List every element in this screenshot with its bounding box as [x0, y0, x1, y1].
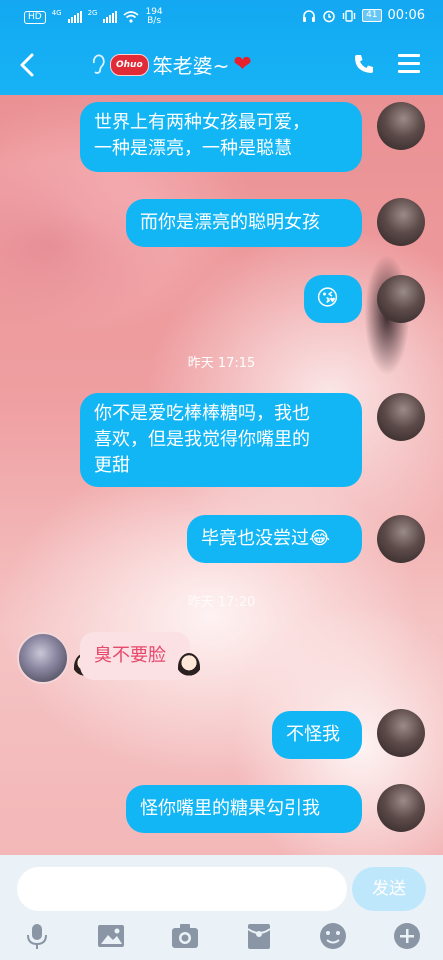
chat-header: Ohuo 笨老婆~ ❤	[0, 34, 443, 95]
speed-unit: B/s	[147, 16, 162, 26]
network-label-2: 2G	[87, 9, 98, 17]
top-bar: HD 4G 2G 194 B/s 41 00:06 Ohuo 笨老婆~ ❤	[0, 0, 443, 95]
my-avatar[interactable]	[377, 709, 425, 757]
send-button[interactable]: 发送	[352, 867, 426, 911]
message-text: 不怪我	[286, 724, 340, 745]
headphones-icon	[303, 9, 316, 22]
vip-badge: Ohuo	[110, 53, 149, 76]
camera-icon[interactable]	[170, 921, 200, 951]
message-bubble-incoming[interactable]: 臭不要脸	[80, 632, 190, 680]
message-bubble[interactable]: 怪你嘴里的糖果勾引我	[126, 785, 362, 833]
message-text: 而你是漂亮的聪明女孩	[140, 212, 320, 233]
chat-title-group[interactable]: Ohuo 笨老婆~ ❤	[90, 50, 252, 79]
my-avatar[interactable]	[377, 198, 425, 246]
message-text-line: 世界上有两种女孩最可爱，	[94, 112, 310, 133]
sticker-decoration-icon	[178, 653, 200, 681]
message-bubble[interactable]: 不怪我	[272, 711, 362, 759]
my-avatar[interactable]	[377, 275, 425, 323]
message-bubble[interactable]: 😘	[304, 275, 362, 323]
network-speed: 194 B/s	[145, 8, 162, 26]
my-avatar[interactable]	[377, 393, 425, 441]
message-text-line: 一种是漂亮，一种是聪慧	[94, 138, 292, 159]
signal-icon	[67, 11, 82, 23]
my-avatar[interactable]	[377, 515, 425, 563]
plus-icon[interactable]	[392, 921, 422, 951]
toolbar	[0, 919, 443, 959]
my-avatar[interactable]	[377, 784, 425, 832]
microphone-icon[interactable]	[22, 921, 52, 951]
contact-avatar[interactable]	[17, 632, 69, 684]
ear-icon	[92, 54, 105, 74]
signal-icon-2	[103, 11, 118, 23]
message-text: 臭不要脸	[94, 645, 166, 666]
chat-area[interactable]: 世界上有两种女孩最可爱， 一种是漂亮，一种是聪慧 而你是漂亮的聪明女孩 😘 昨天…	[0, 95, 443, 855]
message-text-line: 喜欢，但是我觉得你嘴里的	[94, 429, 310, 450]
message-bubble[interactable]: 世界上有两种女孩最可爱， 一种是漂亮，一种是聪慧	[80, 102, 362, 172]
wifi-icon	[123, 11, 140, 23]
message-input[interactable]	[17, 867, 347, 911]
my-avatar[interactable]	[377, 102, 425, 150]
menu-icon[interactable]	[398, 54, 420, 74]
status-bar: HD 4G 2G 194 B/s 41 00:06	[0, 0, 443, 34]
chat-title: 笨老婆~	[152, 54, 230, 78]
timestamp: 昨天 17:20	[187, 595, 256, 610]
kiss-emoji: 😘	[316, 286, 339, 311]
alarm-icon	[323, 10, 335, 22]
message-bubble[interactable]: 而你是漂亮的聪明女孩	[126, 199, 362, 247]
input-bar: 发送	[0, 855, 443, 960]
message-bubble[interactable]: 你不是爱吃棒棒糖吗，我也 喜欢，但是我觉得你嘴里的 更甜	[80, 393, 362, 487]
emoji-icon[interactable]	[318, 921, 348, 951]
back-arrow-icon[interactable]	[16, 51, 40, 79]
vibrate-icon	[342, 9, 356, 22]
phone-icon[interactable]	[352, 52, 376, 76]
network-label-1: 4G	[51, 9, 62, 17]
heart-icon: ❤	[233, 52, 252, 77]
message-text-line: 你不是爱吃棒棒糖吗，我也	[94, 403, 310, 424]
message-bubble[interactable]: 毕竟也没尝过😂	[187, 515, 362, 563]
message-text-line: 更甜	[94, 455, 130, 476]
battery-indicator: 41	[362, 9, 382, 22]
timestamp: 昨天 17:15	[187, 356, 256, 371]
image-icon[interactable]	[96, 921, 126, 951]
hd-badge: HD	[24, 10, 46, 24]
status-time: 00:06	[387, 8, 425, 23]
red-packet-icon[interactable]	[244, 921, 274, 951]
message-text: 毕竟也没尝过😂	[201, 528, 331, 549]
message-text: 怪你嘴里的糖果勾引我	[140, 798, 320, 819]
